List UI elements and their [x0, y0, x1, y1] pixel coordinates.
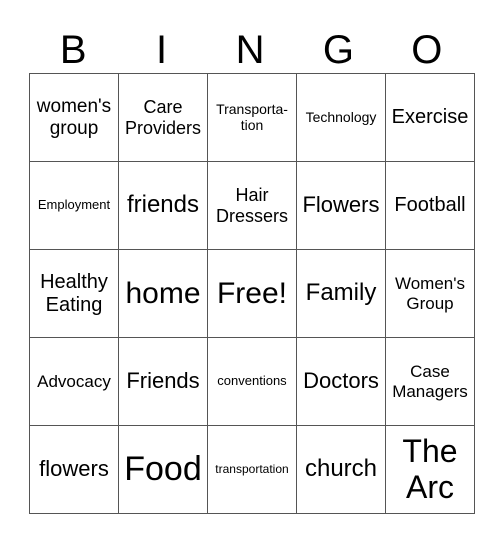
bingo-cell[interactable]: Food	[118, 425, 208, 514]
bingo-cell[interactable]: Employment	[29, 161, 119, 250]
bingo-cell[interactable]: women's group	[29, 73, 119, 162]
bingo-cell[interactable]: Healthy Eating	[29, 249, 119, 338]
bingo-cell[interactable]: Hair Dressers	[207, 161, 297, 250]
bingo-cell[interactable]: Care Providers	[118, 73, 208, 162]
grid-row: Healthy Eating home Free! Family Women's…	[29, 249, 475, 338]
bingo-cell[interactable]: Friends	[118, 337, 208, 426]
bingo-cell[interactable]: Exercise	[385, 73, 475, 162]
bingo-cell[interactable]: friends	[118, 161, 208, 250]
grid-row: flowers Food transportation church The A…	[29, 425, 475, 514]
bingo-cell[interactable]: The Arc	[385, 425, 475, 514]
free-space-cell[interactable]: Free!	[207, 249, 297, 338]
header-letter-b: B	[59, 28, 87, 72]
bingo-cell[interactable]: transportation	[207, 425, 297, 514]
grid-row: women's group Care Providers Transporta-…	[29, 73, 475, 162]
bingo-cell[interactable]: Case Managers	[385, 337, 475, 426]
bingo-cell[interactable]: Flowers	[296, 161, 386, 250]
header-letter-g: G	[322, 28, 354, 72]
bingo-cell[interactable]: church	[296, 425, 386, 514]
bingo-cell[interactable]: conventions	[207, 337, 297, 426]
grid-row: Employment friends Hair Dressers Flowers…	[29, 161, 475, 250]
bingo-header: B I N G O	[29, 28, 471, 73]
grid-row: Advocacy Friends conventions Doctors Cas…	[29, 337, 475, 426]
bingo-cell[interactable]: Football	[385, 161, 475, 250]
bingo-card-grid: women's group Care Providers Transporta-…	[29, 73, 475, 514]
header-letter-n: N	[235, 28, 265, 72]
bingo-cell[interactable]: Technology	[296, 73, 386, 162]
bingo-cell[interactable]: Women's Group	[385, 249, 475, 338]
bingo-cell[interactable]: Doctors	[296, 337, 386, 426]
header-letter-i: I	[156, 28, 168, 72]
header-letter-o: O	[411, 28, 443, 72]
bingo-cell[interactable]: Family	[296, 249, 386, 338]
bingo-cell[interactable]: Advocacy	[29, 337, 119, 426]
bingo-cell[interactable]: flowers	[29, 425, 119, 514]
bingo-cell[interactable]: Transporta-tion	[207, 73, 297, 162]
bingo-cell[interactable]: home	[118, 249, 208, 338]
